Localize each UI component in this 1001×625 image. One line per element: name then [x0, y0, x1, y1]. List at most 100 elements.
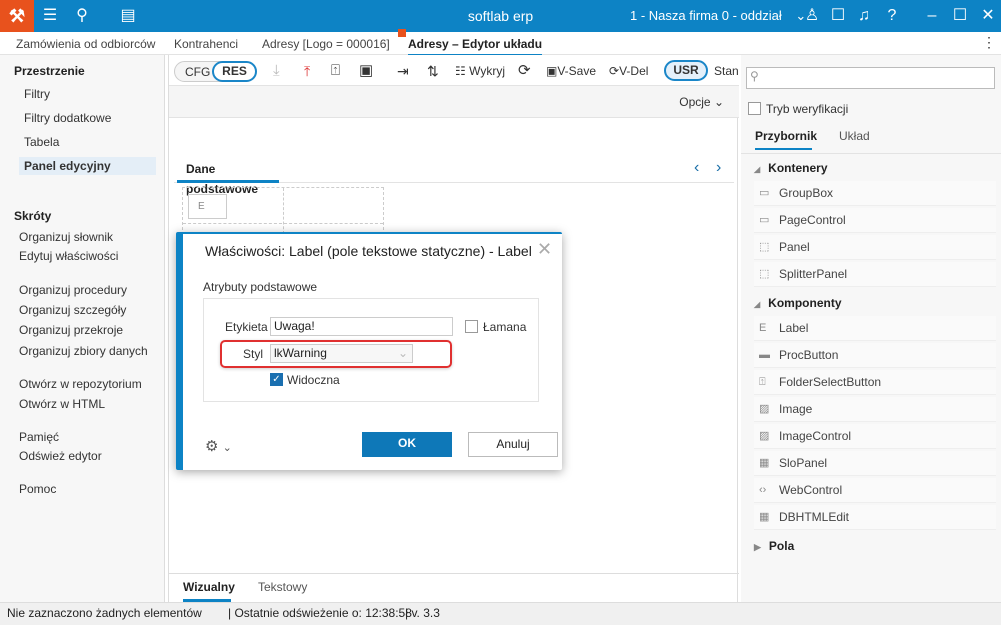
maximize-icon[interactable]: ☐: [948, 0, 972, 32]
app-logo-icon[interactable]: ⚒: [0, 0, 34, 32]
swap-icon[interactable]: ⇅: [427, 61, 439, 81]
message-icon[interactable]: ☐: [826, 0, 850, 32]
refresh-icon: ⟳: [609, 64, 620, 78]
shortcut-repozytorium[interactable]: Otwórz w repozytorium: [19, 377, 142, 391]
vdel-button[interactable]: ⟳V-Del: [609, 61, 648, 81]
shortcut-pamiec[interactable]: Pamięć: [19, 430, 59, 444]
sidebar-item-tabela[interactable]: Tabela: [24, 135, 59, 149]
user-icon[interactable]: ♙: [800, 0, 824, 32]
vsave-button[interactable]: ▣V-Save: [546, 61, 596, 81]
shortcut-organizuj-zbiory[interactable]: Organizuj zbiory danych: [19, 344, 148, 358]
tab-dane-podstawowe[interactable]: Dane podstawowe: [177, 159, 279, 196]
more-vertical-icon[interactable]: ⋮: [982, 34, 996, 51]
toolbox-item-panel[interactable]: ⬚ Panel: [754, 235, 996, 260]
style-select[interactable]: lkWarning ⌄: [270, 344, 413, 363]
company-selector[interactable]: 1 - Nasza firma 0 - oddział ⌄: [630, 0, 806, 32]
search-icon[interactable]: ⚲: [70, 0, 94, 32]
table-icon: ▦: [759, 457, 770, 469]
toolbox-item-pagecontrol[interactable]: ▭ PageControl: [754, 208, 996, 233]
shortcut-organizuj-slownik[interactable]: Organizuj słownik: [19, 230, 113, 244]
toolbox-item-groupbox[interactable]: ▭ GroupBox: [754, 181, 996, 206]
detect-button[interactable]: ☷ Wykryj: [455, 61, 505, 81]
minimize-icon[interactable]: –: [920, 0, 944, 32]
help-icon[interactable]: ?: [880, 0, 904, 32]
dialog-title: Właściwości: Label (pole tekstowe statyc…: [205, 243, 532, 259]
left-sidebar: Przestrzenie Filtry Filtry dodatkowe Tab…: [0, 55, 165, 602]
document-icon[interactable]: ▤: [116, 0, 140, 32]
shortcut-html[interactable]: Otwórz w HTML: [19, 397, 105, 411]
tab-tekstowy[interactable]: Tekstowy: [258, 580, 307, 594]
collapse-icon[interactable]: ⇥: [397, 61, 409, 81]
panel-icon: ⬚: [759, 268, 770, 280]
sidebar-item-filtry-dodatkowe[interactable]: Filtry dodatkowe: [24, 111, 111, 125]
menu-icon[interactable]: ☰: [38, 0, 62, 32]
tab-wizualny[interactable]: Wizualny: [183, 580, 235, 602]
remove-icon[interactable]: ⤒: [304, 61, 310, 81]
toolbox-item-label[interactable]: E Label: [754, 316, 996, 341]
bell-icon[interactable]: ♫: [852, 0, 876, 32]
tab-przybornik[interactable]: Przybornik: [755, 129, 817, 150]
cancel-button[interactable]: Anuluj: [468, 432, 558, 457]
properties-dialog: Właściwości: Label (pole tekstowe statyc…: [176, 232, 562, 470]
settings-gear-icon[interactable]: ⚙ ⌄: [205, 437, 232, 455]
toolbox-item-slopanel[interactable]: ▦ SloPanel: [754, 451, 996, 476]
image-icon: ▨: [759, 403, 770, 415]
chevron-down-icon: ⌄: [713, 95, 724, 109]
tab-zamowienia[interactable]: Zamówienia od odbiorców: [16, 34, 155, 54]
toolbox-item-image[interactable]: ▨ Image: [754, 397, 996, 422]
usr-toggle[interactable]: USR: [664, 60, 712, 82]
verify-mode-checkbox[interactable]: [748, 102, 761, 115]
cfg-option[interactable]: CFG: [185, 65, 210, 79]
mode-toggle[interactable]: CFG RES: [174, 61, 257, 82]
tab-adresy[interactable]: Adresy [Logo = 000016]: [262, 34, 390, 54]
tab-uklad[interactable]: Układ: [839, 129, 870, 143]
button-icon: ▬: [759, 349, 770, 361]
group-pola[interactable]: ▶ Pola: [754, 539, 794, 553]
sidebar-item-panel-edycyjny[interactable]: Panel edycyjny: [19, 157, 156, 175]
toolbox-item-imagecontrol[interactable]: ▨ ImageControl: [754, 424, 996, 449]
shortcut-organizuj-szczegoly[interactable]: Organizuj szczegóły: [19, 303, 126, 317]
broken-checkbox[interactable]: [465, 320, 478, 333]
tab-edytor-ukladu[interactable]: Adresy – Edytor układu: [408, 34, 543, 56]
shortcut-edytuj-wlasciwosci[interactable]: Edytuj właściwości: [19, 249, 118, 263]
sidebar-item-filtry[interactable]: Filtry: [24, 87, 50, 101]
toolbox-item-dbhtmledit[interactable]: ▦ DBHTMLEdit: [754, 505, 996, 530]
group-kontenery[interactable]: ◢ Kontenery: [754, 161, 828, 175]
import-icon[interactable]: ⤓: [273, 61, 280, 81]
status-bar: Nie zaznaczono żadnych elementów | Ostat…: [0, 602, 1001, 625]
shortcut-organizuj-przekroje[interactable]: Organizuj przekroje: [19, 323, 123, 337]
usr-option[interactable]: USR: [664, 60, 708, 81]
toolbox-item-splitterpanel[interactable]: ⬚ SplitterPanel: [754, 262, 996, 287]
stan-option[interactable]: Stan: [714, 61, 738, 81]
shortcut-organizuj-procedury[interactable]: Organizuj procedury: [19, 283, 127, 297]
app-title: softlab erp: [467, 8, 534, 24]
shortcut-odswiez[interactable]: Odśwież edytor: [19, 449, 102, 463]
search-icon: ⚲: [750, 69, 759, 83]
label-component-icon[interactable]: E: [188, 194, 227, 219]
toolbox-item-procbutton[interactable]: ▬ ProcButton: [754, 343, 996, 368]
close-icon[interactable]: ✕: [976, 0, 1000, 32]
tab-kontrahenci[interactable]: Kontrahenci: [174, 34, 238, 54]
chevron-down-icon: ⌄: [397, 346, 408, 360]
group-komponenty[interactable]: ◢ Komponenty: [754, 296, 842, 310]
visible-checkbox[interactable]: ✓: [270, 373, 283, 386]
chevron-left-icon[interactable]: ‹: [694, 159, 699, 177]
label-input[interactable]: Uwaga!: [270, 317, 453, 336]
ok-button[interactable]: OK: [362, 432, 452, 457]
style-field-label: Styl: [242, 347, 263, 361]
res-option[interactable]: RES: [212, 61, 257, 82]
refresh-icon[interactable]: ⟳: [518, 61, 531, 81]
style-value: lkWarning: [274, 346, 327, 360]
document-tabs: Zamówienia od odbiorców Kontrahenci Adre…: [0, 29, 1001, 56]
options-dropdown[interactable]: Opcje ⌄: [679, 95, 724, 109]
toolbox-item-webcontrol[interactable]: ‹› WebControl: [754, 478, 996, 503]
options-label: Opcje: [679, 95, 711, 109]
toolbox-search-input[interactable]: ⚲: [746, 67, 995, 89]
close-icon[interactable]: ✕: [537, 239, 552, 260]
chevron-right-icon[interactable]: ›: [716, 159, 721, 177]
export-icon[interactable]: ⍐: [331, 61, 340, 81]
toolbox-item-folderselectbutton[interactable]: ⍐ FolderSelectButton: [754, 370, 996, 395]
options-bar: Opcje ⌄: [169, 86, 739, 118]
save-icon[interactable]: ▣: [359, 61, 373, 81]
shortcut-pomoc[interactable]: Pomoc: [19, 482, 56, 496]
